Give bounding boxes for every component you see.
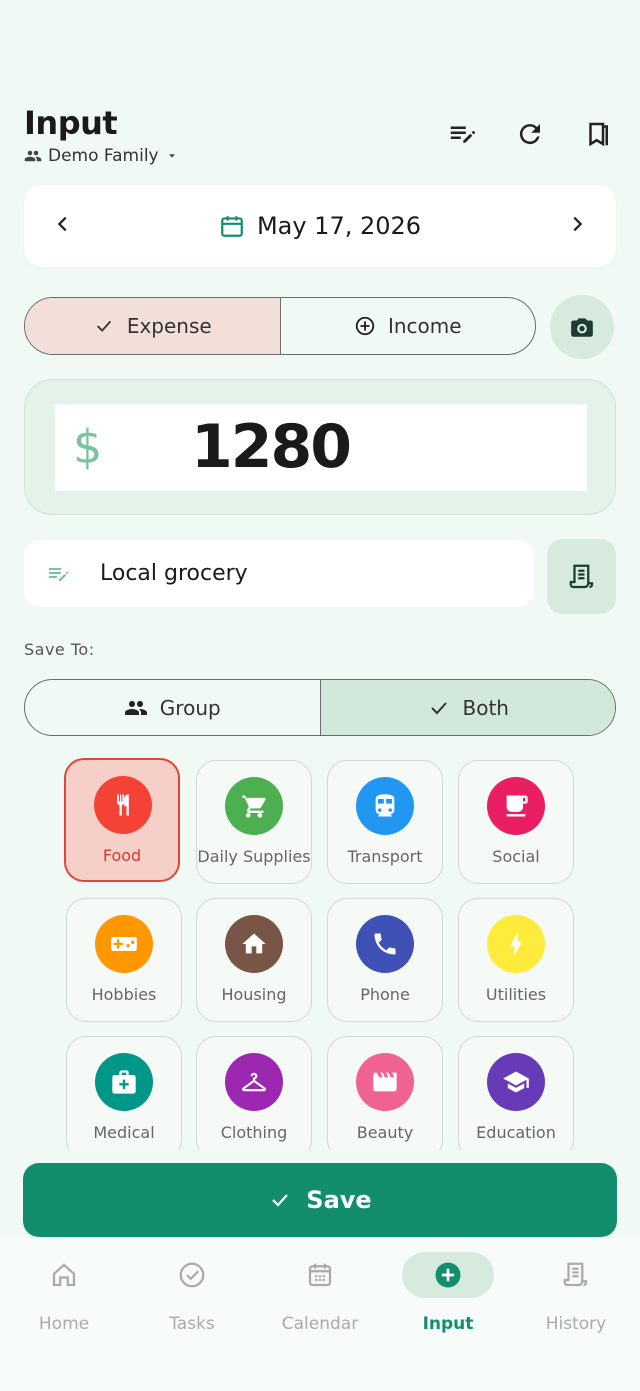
check-circle-icon	[179, 1262, 205, 1288]
amount-card: $ 1280	[24, 379, 616, 515]
calendar-icon	[308, 1263, 332, 1287]
caret-down-icon	[168, 154, 175, 158]
add-circle-icon	[435, 1262, 461, 1288]
edit-notes-icon	[49, 567, 69, 581]
header: Input Demo Family	[24, 104, 616, 170]
home-icon	[225, 915, 283, 973]
category-social[interactable]: Social	[458, 760, 574, 884]
nav-input[interactable]: Input	[384, 1252, 512, 1334]
category-medical[interactable]: Medical	[66, 1036, 182, 1150]
nav-label: Home	[38, 1314, 90, 1334]
refresh-icon[interactable]	[512, 116, 548, 152]
category-transport[interactable]: Transport	[327, 760, 443, 884]
category-phone[interactable]: Phone	[327, 898, 443, 1022]
cup-icon	[487, 777, 545, 835]
category-label: Transport	[347, 847, 423, 866]
save-to-toggle: Group Both	[24, 679, 616, 736]
next-day-button[interactable]	[566, 213, 588, 239]
category-label: Medical	[93, 1123, 155, 1142]
group-option-label: Group	[159, 695, 221, 720]
category-label: Hobbies	[91, 985, 157, 1004]
category-label: Education	[476, 1123, 556, 1142]
category-label: Beauty	[356, 1123, 414, 1142]
category-label: Clothing	[220, 1123, 288, 1142]
amount-value: 1280	[191, 412, 352, 482]
medical-kit-icon	[95, 1053, 153, 1111]
memo-value: Local grocery	[100, 561, 248, 586]
category-clothing[interactable]: Clothing	[196, 1036, 312, 1150]
nav-calendar[interactable]: Calendar	[256, 1252, 384, 1334]
group-selector[interactable]: Demo Family	[24, 146, 179, 166]
category-label: Utilities	[485, 985, 547, 1004]
cart-icon	[225, 777, 283, 835]
category-food[interactable]: Food	[64, 758, 180, 882]
category-beauty[interactable]: Beauty	[327, 1036, 443, 1150]
nav-home[interactable]: Home	[0, 1252, 128, 1334]
category-hobbies[interactable]: Hobbies	[66, 898, 182, 1022]
nav-label: Calendar	[281, 1314, 359, 1334]
check-icon	[96, 320, 111, 332]
receipt-icon	[563, 1262, 588, 1287]
expense-label: Expense	[126, 314, 212, 338]
category-label: Food	[102, 846, 142, 865]
category-housing[interactable]: Housing	[196, 898, 312, 1022]
previous-day-button[interactable]	[52, 213, 74, 239]
phone-icon	[356, 915, 414, 973]
graduation-cap-icon	[487, 1053, 545, 1111]
check-icon	[272, 1194, 289, 1207]
date-navigator: May 17, 2026	[24, 185, 616, 267]
clapper-icon	[356, 1053, 414, 1111]
income-label: Income	[387, 314, 462, 338]
category-daily-supplies[interactable]: Daily Supplies	[196, 760, 312, 884]
bottom-navigation: Home Tasks Calendar Input History	[0, 1238, 640, 1391]
nav-label: History	[545, 1314, 607, 1334]
category-label: Daily Supplies	[197, 847, 311, 866]
chevron-right-icon	[573, 216, 583, 232]
category-education[interactable]: Education	[458, 1036, 574, 1150]
check-icon	[430, 701, 447, 714]
amount-input[interactable]: $ 1280	[55, 404, 587, 491]
category-label: Housing	[221, 985, 287, 1004]
income-tab[interactable]: Income	[281, 298, 536, 354]
both-option-label: Both	[462, 695, 509, 720]
train-icon	[356, 777, 414, 835]
bolt-icon	[487, 915, 545, 973]
save-to-label: Save To:	[24, 640, 95, 659]
receipt-button[interactable]	[547, 539, 616, 614]
receipt-icon	[569, 564, 593, 588]
nav-history[interactable]: History	[512, 1252, 640, 1334]
chevron-left-icon	[57, 216, 67, 232]
gamepad-icon	[95, 915, 153, 973]
category-grid: Food Daily Supplies Transport Social Hob…	[64, 758, 576, 1150]
save-to-group-option[interactable]: Group	[25, 680, 320, 735]
group-name: Demo Family	[48, 146, 159, 166]
save-button[interactable]: Save	[23, 1163, 617, 1237]
camera-button[interactable]	[550, 295, 614, 359]
camera-icon	[571, 318, 593, 337]
currency-symbol: $	[73, 420, 103, 474]
expense-tab[interactable]: Expense	[25, 298, 281, 354]
memo-field[interactable]: Local grocery	[24, 540, 534, 607]
home-icon	[52, 1263, 76, 1287]
nav-label: Tasks	[169, 1314, 215, 1334]
save-button-label: Save	[306, 1186, 372, 1214]
utensils-icon	[94, 776, 152, 834]
expense-income-toggle: Expense Income	[24, 297, 536, 355]
save-to-both-option[interactable]: Both	[319, 680, 615, 735]
category-label: Phone	[360, 985, 410, 1004]
nav-label: Input	[422, 1314, 474, 1334]
category-label: Social	[492, 847, 540, 866]
selected-date: May 17, 2026	[256, 212, 422, 240]
people-icon	[24, 150, 42, 162]
date-picker[interactable]: May 17, 2026	[219, 212, 421, 240]
hanger-icon	[225, 1053, 283, 1111]
edit-list-icon[interactable]	[444, 116, 480, 152]
calendar-icon	[221, 216, 243, 237]
people-icon	[124, 700, 147, 715]
bookmarks-icon[interactable]	[580, 116, 616, 152]
add-circle-outline-icon	[355, 316, 375, 336]
category-utilities[interactable]: Utilities	[458, 898, 574, 1022]
nav-tasks[interactable]: Tasks	[128, 1252, 256, 1334]
